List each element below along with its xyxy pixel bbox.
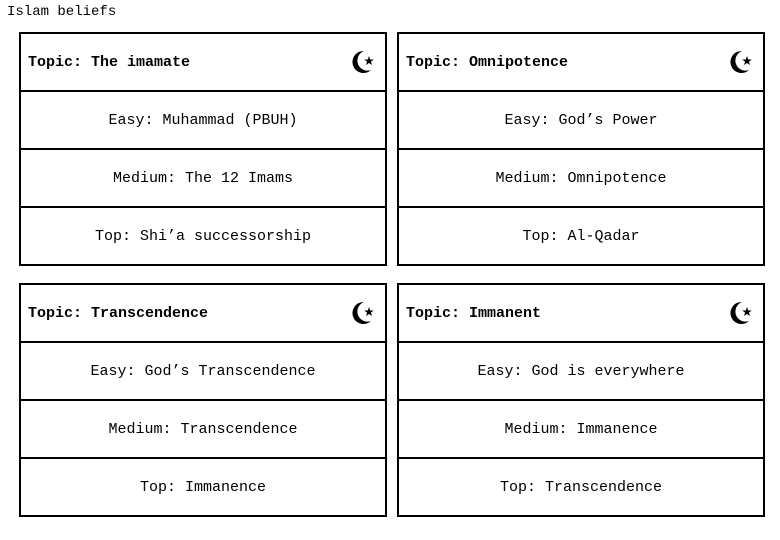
topic-title: Topic: Omnipotence (406, 53, 569, 71)
star-and-crescent-icon (352, 50, 374, 73)
easy-row: Easy: God’s Power (399, 90, 763, 148)
topic-card-omnipotence: Topic: Omnipotence Easy: God’s Power Med… (397, 32, 765, 266)
star-and-crescent-icon (730, 301, 752, 324)
top-row: Top: Transcendence (399, 457, 763, 515)
page-title: Islam beliefs (7, 4, 117, 20)
easy-row: Easy: God’s Transcendence (21, 341, 385, 399)
topic-card-transcendence: Topic: Transcendence Easy: God’s Transce… (19, 283, 387, 517)
medium-row: Medium: The 12 Imams (21, 148, 385, 206)
top-row: Top: Al-Qadar (399, 206, 763, 264)
star-and-crescent-icon (730, 50, 752, 73)
star-and-crescent-icon (352, 301, 374, 324)
topic-card-immanent: Topic: Immanent Easy: God is everywhere … (397, 283, 765, 517)
card-header: Topic: Omnipotence (399, 34, 763, 90)
easy-row: Easy: God is everywhere (399, 341, 763, 399)
top-row: Top: Shi’a successorship (21, 206, 385, 264)
easy-row: Easy: Muhammad (PBUH) (21, 90, 385, 148)
medium-row: Medium: Immanence (399, 399, 763, 457)
card-header: Topic: Immanent (399, 285, 763, 341)
topic-card-imamate: Topic: The imamate Easy: Muhammad (PBUH)… (19, 32, 387, 266)
medium-row: Medium: Omnipotence (399, 148, 763, 206)
card-header: Topic: The imamate (21, 34, 385, 90)
top-row: Top: Immanence (21, 457, 385, 515)
topic-title: Topic: Transcendence (28, 304, 209, 322)
medium-row: Medium: Transcendence (21, 399, 385, 457)
card-header: Topic: Transcendence (21, 285, 385, 341)
topic-title: Topic: The imamate (28, 53, 191, 71)
topic-title: Topic: Immanent (406, 304, 542, 322)
